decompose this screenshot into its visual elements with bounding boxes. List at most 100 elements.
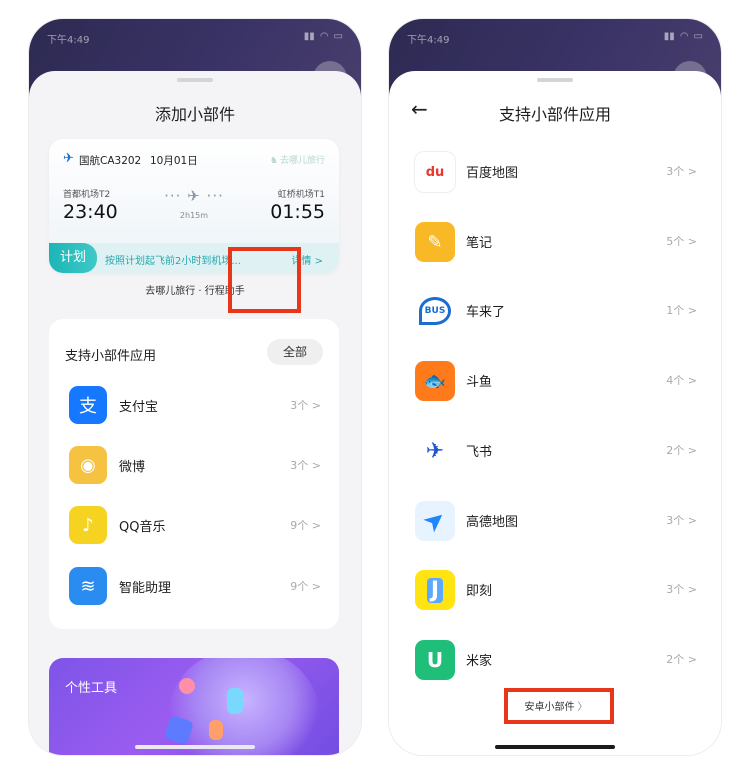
app-widget-count: 3个 >: [290, 399, 321, 412]
app-name: QQ音乐: [119, 520, 166, 535]
chelaile-icon: BUS: [415, 291, 455, 331]
amap-icon: ➤: [415, 501, 455, 541]
all-button-highlight: [228, 247, 301, 313]
app-row-feishu[interactable]: ✈ 飞书 2个 >: [389, 428, 721, 474]
app-widget-count: 9个 >: [290, 580, 321, 593]
app-row-alipay[interactable]: 支 支付宝 3个 >: [49, 383, 339, 429]
app-widget-count: 3个 >: [666, 165, 697, 178]
app-widget-count: 4个 >: [666, 374, 697, 387]
app-glyph: ◉: [80, 454, 96, 476]
app-name: 微博: [119, 460, 146, 475]
weibo-icon: ◉: [69, 446, 107, 484]
status-time: 下午4:49: [47, 35, 90, 46]
personal-tools-card[interactable]: 个性工具: [49, 658, 339, 755]
flight-number: 国航CA3202: [79, 155, 142, 167]
app-widget-count: 5个 >: [666, 235, 697, 248]
status-bar: 下午4:49 ▮▮ ◠ ▭: [47, 31, 343, 46]
status-bar: 下午4:49 ▮▮ ◠ ▭: [407, 31, 703, 46]
app-widget-count: 2个 >: [666, 653, 697, 666]
app-name: 支付宝: [119, 400, 159, 415]
departure-airport: 首都机场T2: [63, 190, 111, 200]
app-name: 智能助理: [119, 581, 172, 596]
qq-music-icon: ♪: [69, 506, 107, 544]
tools-illustration: [169, 658, 319, 755]
app-row-amap[interactable]: ➤ 高德地图 3个 >: [389, 498, 721, 544]
app-glyph: 支: [79, 396, 97, 417]
app-row-qq-music[interactable]: ♪ QQ音乐 9个 >: [49, 503, 339, 549]
app-row-mijia[interactable]: U 米家 2个 >: [389, 637, 721, 683]
right-phone-screen: 下午4:49 ▮▮ ◠ ▭ ← 支持小部件应用 du 百度地图 3个 > ✎ 笔…: [389, 19, 721, 755]
baidu-map-icon: du: [415, 152, 455, 192]
app-widget-count: 9个 >: [290, 519, 321, 532]
jike-icon: J: [415, 570, 455, 610]
app-name: 米家: [466, 654, 493, 669]
status-time: 下午4:49: [407, 35, 450, 46]
cup-icon: [227, 688, 243, 714]
app-glyph: ➤: [417, 502, 453, 540]
drink-icon: [209, 720, 223, 740]
departure-time: 23:40: [63, 201, 118, 223]
app-name: 高德地图: [466, 515, 519, 530]
app-name: 笔记: [466, 236, 493, 251]
app-name: 车来了: [466, 305, 506, 320]
supported-apps-sheet: ← 支持小部件应用 du 百度地图 3个 > ✎ 笔记 5个 > BUS 车来了…: [389, 71, 721, 755]
brand-name: 去哪儿旅行: [279, 156, 325, 166]
app-glyph: ✎: [427, 231, 443, 253]
app-glyph: ≋: [80, 575, 96, 597]
notes-icon: ✎: [415, 222, 455, 262]
app-glyph: du: [425, 164, 445, 180]
airplane-icon: ✈: [63, 151, 74, 166]
home-indicator[interactable]: [135, 745, 255, 749]
status-icons: ▮▮ ◠ ▭: [304, 31, 343, 42]
signal-icon: ▮▮: [663, 31, 675, 42]
target-icon: [179, 678, 195, 694]
flight-date: 10月01日: [150, 155, 198, 167]
alipay-icon: 支: [69, 386, 107, 424]
plan-text: 按照计划起飞前2小时到机场...: [105, 256, 241, 267]
app-row-baidu-map[interactable]: du 百度地图 3个 >: [389, 149, 721, 195]
route-plane-icon: ··· ✈ ···: [164, 187, 224, 205]
app-name: 即刻: [466, 584, 493, 599]
app-row-douyu[interactable]: 🐟 斗鱼 4个 >: [389, 358, 721, 404]
app-row-weibo[interactable]: ◉ 微博 3个 >: [49, 443, 339, 489]
smart-assistant-icon: ≋: [69, 567, 107, 605]
app-name: 斗鱼: [466, 375, 493, 390]
flight-duration: 2h15m: [179, 211, 209, 220]
android-widgets-highlight: [504, 688, 614, 724]
personal-tools-title: 个性工具: [65, 681, 118, 696]
signal-icon: ▮▮: [303, 31, 315, 42]
app-glyph: 🐟: [423, 370, 447, 392]
qunar-logo: ♞ 去哪儿旅行: [270, 153, 325, 166]
douyu-icon: 🐟: [415, 361, 455, 401]
arrival-airport: 虹桥机场T1: [277, 190, 325, 200]
battery-icon: ▭: [333, 31, 343, 42]
app-name: 百度地图: [466, 166, 519, 181]
all-apps-button[interactable]: 全部: [267, 339, 323, 365]
sheet-grabber[interactable]: [177, 78, 213, 82]
wifi-icon: ◠: [679, 31, 689, 42]
home-indicator[interactable]: [495, 745, 615, 749]
app-widget-count: 3个 >: [666, 514, 697, 527]
app-row-smart-assistant[interactable]: ≋ 智能助理 9个 >: [49, 564, 339, 610]
supported-apps-card: 支持小部件应用 全部 支 支付宝 3个 > ◉ 微博 3个 > ♪ QQ音乐 9…: [49, 319, 339, 629]
sheet-title: 支持小部件应用: [498, 105, 611, 124]
flight-widget-caption: 去哪儿旅行 · 行程助手: [145, 286, 245, 297]
sheet-grabber[interactable]: [537, 78, 573, 82]
app-glyph: BUS: [418, 297, 452, 325]
app-glyph: ♪: [82, 514, 94, 536]
status-icons: ▮▮ ◠ ▭: [664, 31, 703, 42]
app-row-notes[interactable]: ✎ 笔记 5个 >: [389, 219, 721, 265]
sheet-title: 添加小部件: [154, 105, 235, 124]
arrival-time: 01:55: [270, 201, 325, 223]
app-widget-count: 2个 >: [666, 444, 697, 457]
app-row-jike[interactable]: J 即刻 3个 >: [389, 567, 721, 613]
app-row-chelaile[interactable]: BUS 车来了 1个 >: [389, 288, 721, 334]
left-phone-screen: 下午4:49 ▮▮ ◠ ▭ 添加小部件 ✈ 国航CA3202 10月01日 ♞ 去…: [29, 19, 361, 755]
app-widget-count: 3个 >: [666, 583, 697, 596]
app-widget-count: 3个 >: [290, 459, 321, 472]
app-name: 飞书: [466, 445, 493, 460]
add-widget-sheet: 添加小部件 ✈ 国航CA3202 10月01日 ♞ 去哪儿旅行 首都机场T2 虹桥…: [29, 71, 361, 755]
wifi-icon: ◠: [319, 31, 329, 42]
supported-apps-title: 支持小部件应用: [65, 349, 157, 364]
plan-badge: 计划: [49, 243, 97, 273]
